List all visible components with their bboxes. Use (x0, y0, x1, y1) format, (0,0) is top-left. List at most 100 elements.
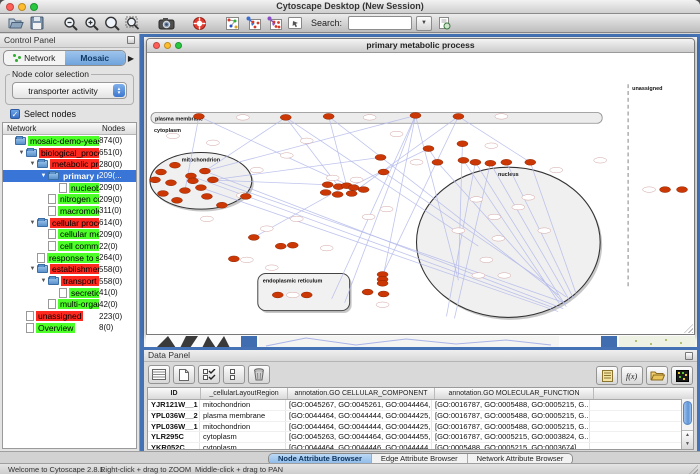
network-node[interactable] (485, 160, 496, 166)
network-node[interactable] (358, 187, 369, 193)
toolbar-annotate-button[interactable] (286, 15, 304, 31)
network-node[interactable] (320, 190, 331, 196)
network-node-label[interactable] (290, 216, 303, 221)
network-node[interactable] (457, 141, 468, 147)
network-node[interactable] (165, 180, 176, 186)
network-node[interactable] (301, 292, 312, 298)
network-node[interactable] (207, 177, 218, 183)
network-node[interactable] (660, 187, 671, 193)
delete-attribute-button[interactable] (248, 365, 270, 384)
network-node[interactable] (216, 202, 227, 208)
zoom-fit-button[interactable] (103, 15, 121, 31)
tree-row-nucleobase-[interactable]: nucleobase-209(0) (3, 182, 136, 194)
tree-row-cellular-metabo[interactable]: cellular metabo209(0) (3, 229, 136, 241)
network-node[interactable] (375, 154, 386, 160)
network-node[interactable] (458, 157, 469, 163)
network-view-window[interactable]: primary metabolic process plasma membran… (146, 38, 695, 335)
table-row[interactable]: YLR295Ccytoplasm[GO:0045263, GO:0044464,… (148, 432, 693, 443)
zoom-selected-button[interactable] (124, 15, 142, 31)
column-header[interactable]: ID (148, 388, 201, 399)
tree-row-biological-process[interactable]: ▼biological_process651(0) (3, 147, 136, 159)
tree-row-cellular-process[interactable]: ▼cellular process614(0) (3, 217, 136, 229)
network-node-label[interactable] (240, 257, 253, 262)
search-input[interactable] (348, 16, 412, 30)
network-node-label[interactable] (472, 273, 485, 278)
tree-row-response-to-stimul[interactable]: response to stimul264(0) (3, 252, 136, 264)
network-node-label[interactable] (410, 160, 423, 165)
help-button[interactable] (190, 15, 208, 31)
tree-row-establishment-of-lo[interactable]: ▼establishment of lo558(0) (3, 264, 136, 276)
app-resize-grip[interactable] (689, 465, 698, 474)
network-node-label[interactable] (206, 140, 219, 145)
tree-row-nitrogen-compo[interactable]: nitrogen compo209(0) (3, 193, 136, 205)
attribute-matrix-button[interactable] (671, 366, 693, 385)
network-node[interactable] (149, 177, 160, 183)
table-row[interactable]: YPL036W__1mitochondrion[GO:0044464, GO:0… (148, 422, 693, 433)
network-node-label[interactable] (376, 302, 389, 307)
network-node[interactable] (240, 194, 251, 200)
unselect-all-attributes-button[interactable] (223, 365, 245, 384)
network-node[interactable] (248, 234, 259, 240)
scroll-down-arrow[interactable]: ▼ (682, 440, 693, 449)
network-node-label[interactable] (350, 177, 363, 182)
network-node-label[interactable] (495, 114, 508, 119)
network-node-label[interactable] (643, 187, 656, 192)
tree-row-primary-metabol[interactable]: ▼primary metabol209(... (3, 170, 136, 182)
network-node-label[interactable] (200, 216, 213, 221)
network-window-titlebar[interactable]: primary metabolic process (147, 39, 694, 53)
expand-arrow-icon[interactable]: ▼ (28, 161, 37, 167)
network-node[interactable] (287, 242, 298, 248)
toolbar-layout1-button[interactable] (244, 15, 262, 31)
network-node-label[interactable] (452, 228, 465, 233)
expand-arrow-icon[interactable]: ▼ (39, 278, 48, 284)
network-node-label[interactable] (362, 214, 375, 219)
network-node[interactable] (272, 292, 283, 298)
network-node[interactable] (155, 169, 166, 175)
column-header[interactable]: _cellularLayoutRegion (201, 388, 288, 399)
network-node-label[interactable] (286, 292, 299, 297)
network-node[interactable] (187, 178, 198, 184)
scrollbar-thumb[interactable] (683, 401, 692, 425)
network-node[interactable] (332, 192, 343, 198)
function-builder-button[interactable]: f(x) (621, 366, 643, 385)
network-node[interactable] (525, 159, 536, 165)
network-graph[interactable]: plasma membranecytoplasmmitochondrionnuc… (147, 53, 694, 334)
network-node[interactable] (378, 291, 389, 297)
tree-row-mosaic-demo-yeast[interactable]: mosaic-demo-yeast874(0) (3, 135, 136, 147)
select-nodes-checkbox[interactable]: ✓ (10, 109, 20, 119)
network-node[interactable] (199, 168, 210, 174)
window-titlebar[interactable]: Cytoscape Desktop (New Session) (0, 0, 700, 14)
network-canvas[interactable]: plasma membranecytoplasmmitochondrionnuc… (147, 53, 694, 334)
tree-row-overview[interactable]: Overview8(0) (3, 322, 136, 334)
toolbar-network-button[interactable] (223, 15, 241, 31)
network-node[interactable] (470, 159, 481, 165)
tree-row-multi-organism-pro[interactable]: multi-organism pro42(0) (3, 299, 136, 311)
network-node-label[interactable] (236, 115, 249, 120)
attribute-list-button[interactable] (596, 366, 618, 385)
network-node[interactable] (275, 243, 286, 249)
network-node-label[interactable] (512, 204, 525, 209)
network-node-label[interactable] (265, 265, 278, 270)
network-node[interactable] (348, 185, 359, 191)
new-attribute-button[interactable] (173, 365, 195, 384)
tree-row-secretion[interactable]: secretion41(0) (3, 287, 136, 299)
network-node[interactable] (423, 146, 434, 152)
network-node-label[interactable] (363, 115, 376, 120)
attribute-table-header[interactable]: ID_cellularLayoutRegionannotation.GO CEL… (148, 388, 693, 400)
network-node-label[interactable] (538, 228, 551, 233)
network-node[interactable] (280, 114, 291, 120)
expand-arrow-icon[interactable]: ▼ (28, 266, 37, 272)
network-node-label[interactable] (480, 257, 493, 262)
select-all-attributes-button[interactable] (198, 365, 220, 384)
select-attributes-button[interactable] (148, 365, 170, 384)
network-node[interactable] (432, 159, 443, 165)
network-node[interactable] (179, 188, 190, 194)
table-row[interactable]: YKR052Ccytoplasm[GO:0044464, GO:0044446,… (148, 443, 693, 450)
network-node[interactable] (453, 113, 464, 119)
scroll-up-arrow[interactable]: ▲ (682, 431, 693, 440)
network-node-label[interactable] (594, 158, 607, 163)
network-node-label[interactable] (470, 197, 483, 202)
table-scrollbar[interactable]: ▲ ▼ (681, 399, 693, 449)
float-panel-icon[interactable] (127, 36, 135, 44)
column-header[interactable]: annotation.GO MOLECULAR_FUNCTION (435, 388, 594, 399)
